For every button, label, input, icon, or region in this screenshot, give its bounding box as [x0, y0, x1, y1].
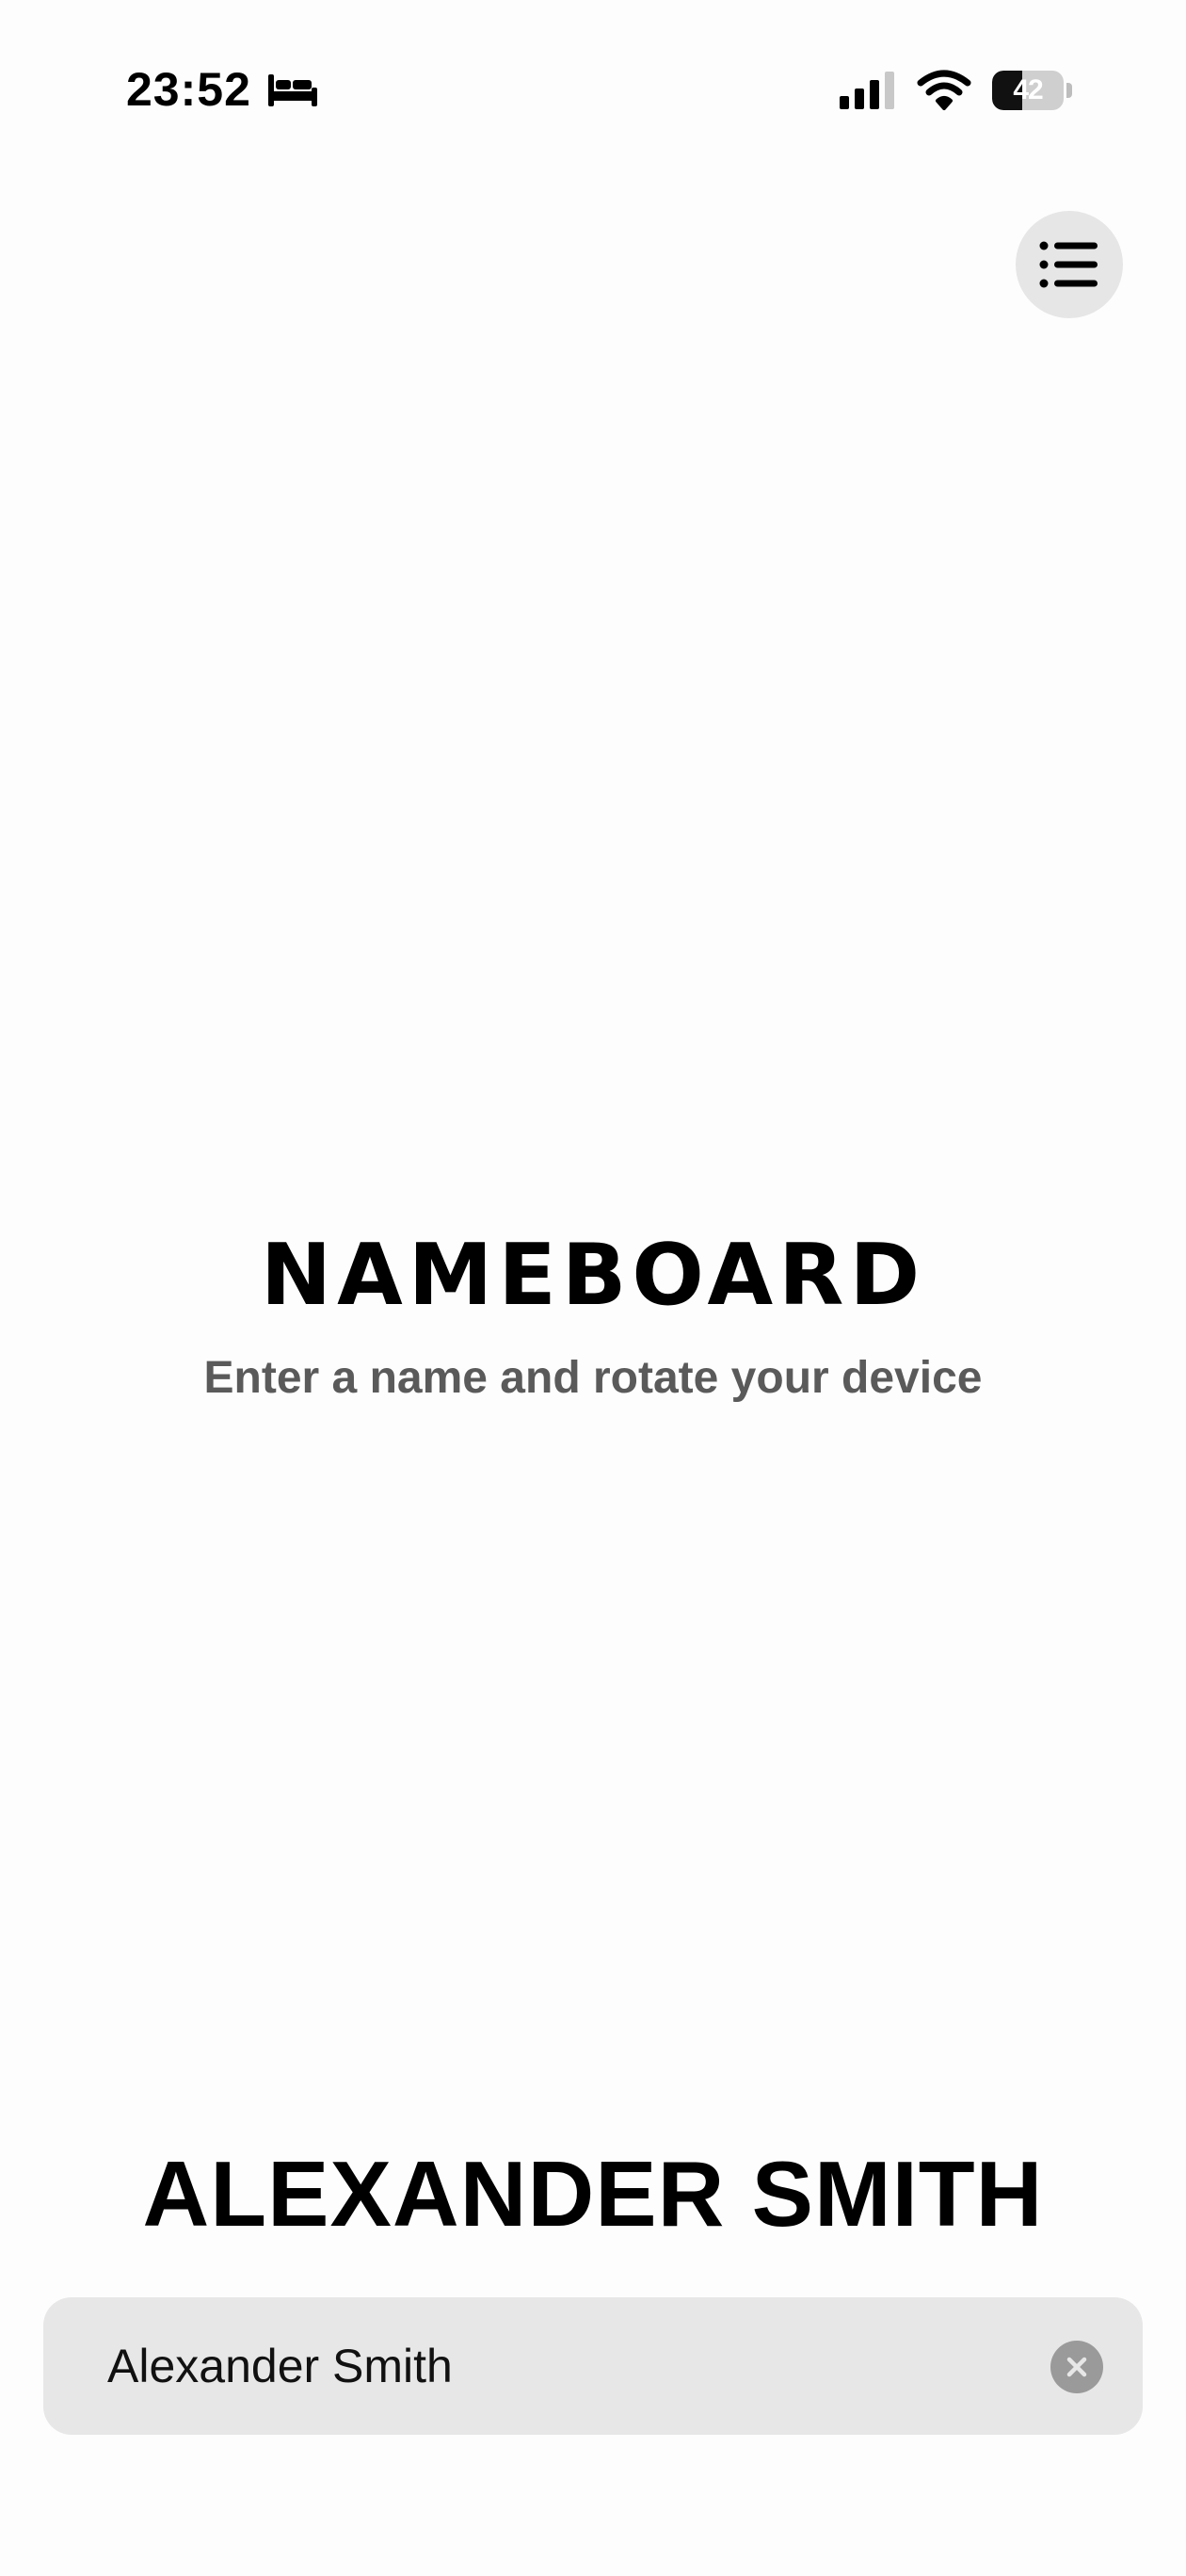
name-field[interactable]: [43, 2297, 1143, 2435]
close-icon: [1066, 2357, 1087, 2377]
cellular-signal-icon: [840, 72, 894, 109]
clear-text-button[interactable]: [1050, 2341, 1103, 2393]
app-title: NAMEBOARD: [260, 1226, 926, 1325]
bed-icon: [267, 74, 317, 106]
name-preview: ALEXANDER SMITH: [142, 2142, 1044, 2246]
app-subtitle: Enter a name and rotate your device: [203, 1353, 983, 1403]
list-icon: [1039, 241, 1098, 288]
battery-indicator: 42: [992, 71, 1073, 110]
status-bar: 23:52 42: [0, 0, 1186, 179]
status-icons: 42: [840, 62, 1073, 119]
status-time-group: 23:52: [126, 56, 319, 122]
hero: NAMEBOARD Enter a name and rotate your d…: [0, 1224, 1186, 1407]
name-input[interactable]: [107, 2297, 1049, 2435]
status-time: 23:52: [126, 63, 251, 116]
wifi-icon: [917, 70, 971, 110]
battery-cap: [1066, 83, 1072, 98]
battery-level: 42: [1013, 74, 1043, 105]
menu-button[interactable]: [1016, 211, 1123, 318]
battery-body: 42: [992, 71, 1064, 110]
